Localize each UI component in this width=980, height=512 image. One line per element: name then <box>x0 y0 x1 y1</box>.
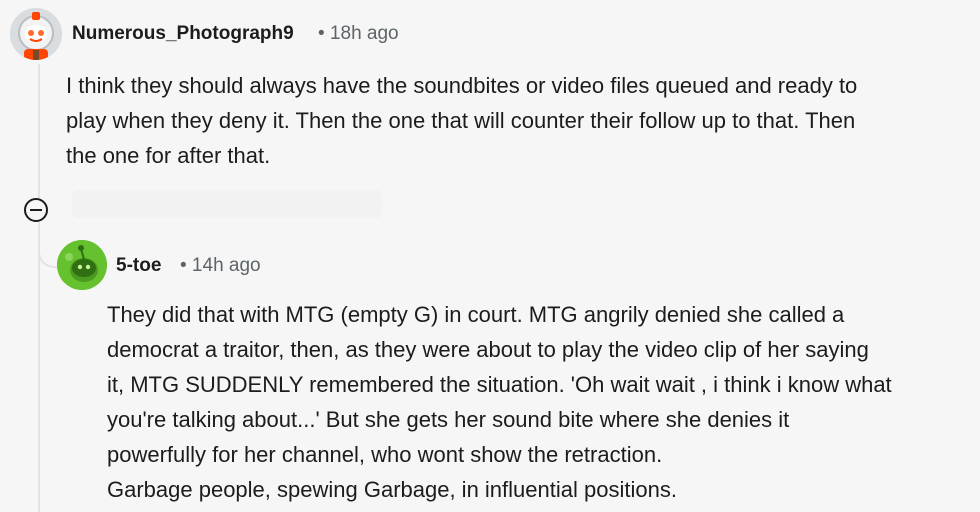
collapse-thread-button[interactable] <box>24 198 48 222</box>
comment-body-line: play when they deny it. Then the one tha… <box>66 108 856 133</box>
comment-timestamp: • 14h ago <box>180 255 261 276</box>
user-avatar[interactable] <box>57 240 107 290</box>
comment-body-line: you're talking about...' But she gets he… <box>107 407 790 432</box>
faded-action-row <box>72 190 382 218</box>
comment-body-line: Garbage people, spewing Garbage, in infl… <box>107 477 677 502</box>
user-avatar[interactable] <box>10 8 62 60</box>
comment-body: They did that with MTG (empty G) in cour… <box>107 297 977 507</box>
comment-body-line: They did that with MTG (empty G) in cour… <box>107 302 845 327</box>
comment-username[interactable]: 5-toe <box>116 255 161 277</box>
comment-username[interactable]: Numerous_Photograph9 <box>72 23 294 45</box>
comment-body: I think they should always have the soun… <box>66 68 966 173</box>
comment-timestamp: • 18h ago <box>318 23 399 44</box>
comment-body-line: powerfully for her channel, who wont sho… <box>107 442 663 467</box>
reddit-snoo-green-icon <box>57 240 107 290</box>
comment-body-line: democrat a traitor, then, as they were a… <box>107 337 869 362</box>
reddit-snoo-astronaut-icon <box>10 8 62 60</box>
thread-line <box>38 64 40 512</box>
minus-icon <box>30 209 42 211</box>
comment-body-line: it, MTG SUDDENLY remembered the situatio… <box>107 372 892 397</box>
comment-body-line: the one for after that. <box>66 143 271 168</box>
comment-body-line: I think they should always have the soun… <box>66 73 858 98</box>
